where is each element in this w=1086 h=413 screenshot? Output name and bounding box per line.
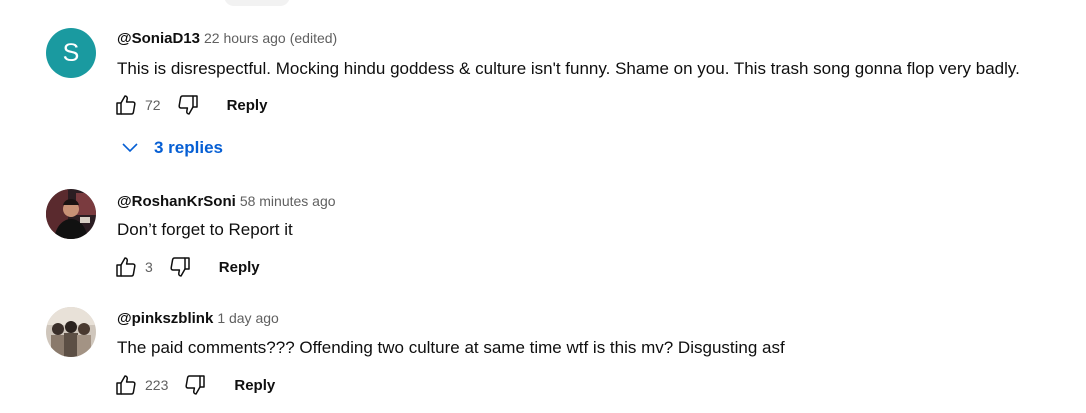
reply-button[interactable]: Reply	[219, 259, 260, 276]
avatar-photo	[46, 307, 96, 357]
thumbs-up-icon	[116, 257, 136, 277]
thumbs-down-icon	[178, 95, 198, 115]
dislike-button[interactable]	[167, 254, 193, 280]
dislike-button[interactable]	[182, 372, 208, 398]
thumbs-up-icon	[116, 95, 136, 115]
like-button[interactable]	[113, 92, 139, 118]
comment-text: The paid comments??? Offending two cultu…	[117, 338, 785, 357]
edited-label: (edited)	[289, 30, 338, 46]
comment-time[interactable]: 22 hours ago	[204, 30, 286, 46]
comment-header: @SoniaD13 22 hours ago (edited)	[117, 29, 337, 48]
comment-time[interactable]: 58 minutes ago	[240, 193, 336, 209]
comment-time[interactable]: 1 day ago	[217, 310, 279, 326]
comment-actions: 3 Reply	[113, 253, 260, 281]
like-count: 72	[145, 97, 161, 113]
view-replies-button[interactable]: 3 replies	[120, 136, 223, 160]
comment-header: @pinkszblink 1 day ago	[117, 309, 279, 328]
thumbs-down-icon	[185, 375, 206, 395]
reply-button[interactable]: Reply	[234, 377, 275, 394]
dislike-button[interactable]	[175, 92, 201, 118]
comment-actions: 72 Reply	[113, 91, 267, 119]
top-chip	[224, 0, 290, 6]
avatar[interactable]: S	[46, 28, 96, 78]
author-name[interactable]: @RoshanKrSoni	[117, 193, 236, 210]
reply-button[interactable]: Reply	[227, 97, 268, 114]
avatar[interactable]	[46, 307, 96, 357]
comment-text: Don’t forget to Report it	[117, 220, 293, 239]
comment-header: @RoshanKrSoni 58 minutes ago	[117, 192, 336, 211]
thumbs-up-icon	[116, 375, 136, 395]
author-name[interactable]: @SoniaD13	[117, 30, 200, 47]
avatar-photo	[46, 189, 96, 239]
like-button[interactable]	[113, 254, 139, 280]
thumbs-down-icon	[170, 257, 190, 277]
like-count: 223	[145, 377, 169, 393]
like-button[interactable]	[113, 372, 139, 398]
chevron-down-icon	[122, 143, 138, 153]
author-name[interactable]: @pinkszblink	[117, 310, 213, 327]
comment-text: This is disrespectful. Mocking hindu god…	[117, 59, 1020, 78]
like-count: 3	[145, 259, 153, 275]
comment-actions: 223 Reply	[113, 371, 275, 399]
replies-label: 3 replies	[154, 138, 223, 157]
avatar-letter: S	[62, 38, 80, 67]
avatar[interactable]	[46, 189, 96, 239]
